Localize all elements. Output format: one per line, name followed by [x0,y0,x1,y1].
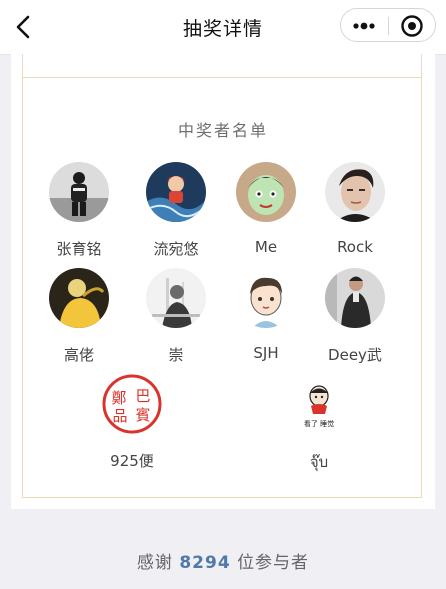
winner-name: SJH [253,344,279,362]
grayscale-photo-avatar [146,268,206,328]
winner-item[interactable]: 流宛悠 [131,162,221,259]
seal-char: 巴 [135,387,150,405]
winner-name: Me [254,238,278,256]
seal-char: 品 [112,407,127,425]
winner-item[interactable]: Deey武 [310,268,400,365]
winner-item[interactable]: 鄭 巴 賓 品 925便 [87,374,177,471]
cartoon-face-avatar [236,162,296,222]
sticker-avatar: 看了 睡觉 [289,374,349,434]
participants-suffix: 位参与者 [237,553,310,573]
man-dark-avatar [325,268,385,328]
cartoon-boy-avatar [236,268,296,328]
target-close-icon [401,15,423,37]
thanks-prefix: 感谢 [136,553,173,573]
sticker-caption: 看了 睡觉 [304,419,334,428]
winner-name: จุ๊บ [309,453,329,471]
card-top-strip [22,54,422,78]
winner-item[interactable]: 高佬 [34,268,124,365]
winner-name: 崇 [168,346,184,364]
winner-name: Rock [337,238,373,256]
winner-name: 925便 [110,452,154,470]
winner-item[interactable]: Me [221,162,311,256]
more-button[interactable] [351,13,377,39]
seal-char: 鄭 [111,389,126,407]
more-dots-icon [353,22,375,30]
seal-char: 賓 [135,406,150,424]
participants-summary: 感谢 8294 位参与者 [0,548,446,573]
winners-section-title: 中奖者名单 [177,121,268,140]
capsule-divider [388,17,389,35]
winner-name: 张育铭 [56,240,102,258]
portrait-man-avatar [325,162,385,222]
cartoon-girl-avatar [146,162,206,222]
close-mini-program-button[interactable] [399,13,425,39]
winner-name: 流宛悠 [153,240,199,258]
winner-name: Deey武 [328,346,382,364]
winner-item[interactable]: 崇 [131,268,221,365]
mini-program-capsule [340,8,436,42]
winners-card: 中奖者名单 张育铭 流宛悠 Me Rock 高佬 崇 SJH Deey武 鄭 巴… [11,54,435,509]
winner-item[interactable]: SJH [221,268,311,362]
winner-item[interactable]: 看了 睡觉 จุ๊บ [274,374,364,474]
person-standing-avatar [49,162,109,222]
red-seal-avatar: 鄭 巴 賓 品 [102,374,162,434]
person-yellow-avatar [49,268,109,328]
navigation-bar: 抽奖详情 [0,0,446,55]
winner-name: 高佬 [63,346,94,364]
winner-item[interactable]: 张育铭 [34,162,124,259]
winner-item[interactable]: Rock [310,162,400,256]
participant-count: 8294 [179,553,231,573]
